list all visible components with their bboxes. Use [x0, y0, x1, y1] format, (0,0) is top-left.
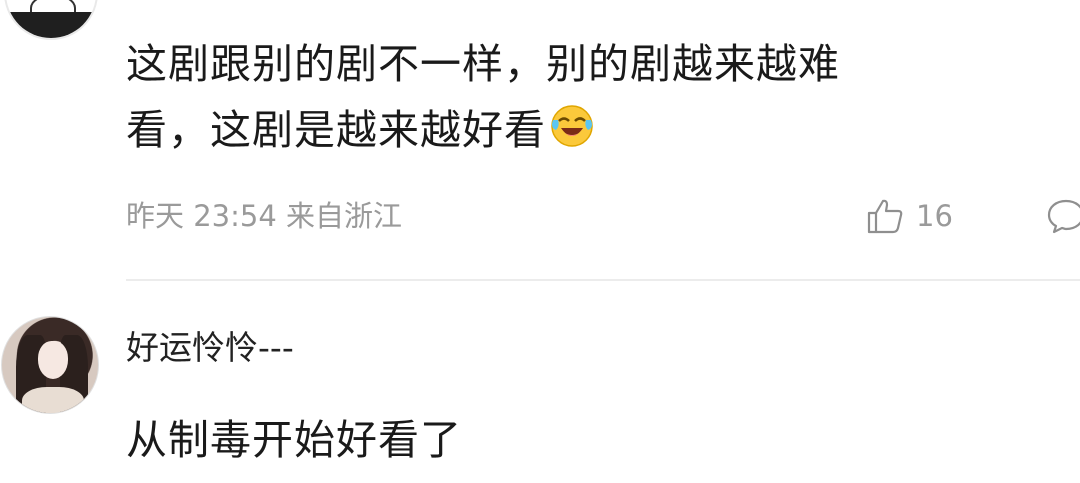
comment-1-text-line-2-content: 看，这剧是越来越好看: [126, 106, 546, 154]
comment-2-username[interactable]: 好运怜怜---: [126, 326, 294, 370]
avatar-commenter-2[interactable]: [1, 316, 99, 414]
laughing-crying-emoji-icon: [551, 105, 593, 147]
avatar-body: [22, 387, 84, 413]
avatar-shadow: [6, 12, 96, 38]
avatar-commenter-1[interactable]: [4, 0, 98, 40]
comment-1-actions: 16: [866, 194, 1080, 238]
thumbs-up-icon[interactable]: [866, 197, 904, 235]
comment-2-text: 从制毒开始好看了: [126, 416, 462, 464]
comment-divider: [126, 279, 1080, 281]
comment-1-meta: 昨天 23:54 来自浙江: [126, 199, 403, 233]
like-count: 16: [916, 199, 953, 233]
comment-1-text-line-2: 看，这剧是越来越好看: [126, 100, 594, 160]
avatar-face: [38, 341, 68, 379]
comment-bubble-icon[interactable]: [1046, 197, 1080, 235]
comment-1-text-line-1: 这剧跟别的剧不一样，别的剧越来越难: [126, 40, 840, 88]
